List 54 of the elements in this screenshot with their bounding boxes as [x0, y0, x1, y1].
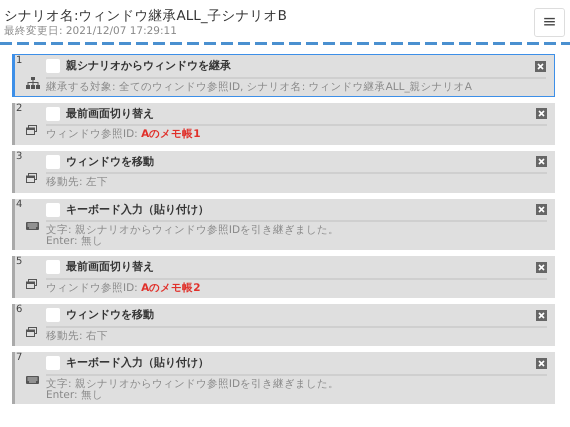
windows-icon: [26, 326, 37, 337]
step-title: ウィンドウを移動: [66, 154, 154, 170]
step-detail: Enter: 無し: [46, 236, 104, 247]
step-number: 1: [16, 55, 22, 67]
step-title: 親シナリオからウィンドウを継承: [66, 58, 231, 74]
step-checkbox[interactable]: [46, 59, 60, 74]
step-number: 2: [16, 102, 22, 114]
close-icon[interactable]: [536, 358, 547, 369]
step-number: 3: [16, 150, 22, 162]
close-icon[interactable]: [536, 204, 547, 216]
step-detail: Enter: 無し: [46, 390, 104, 400]
scenario-title: シナリオ名:ウィンドウ継承ALL_子シナリオB: [4, 8, 287, 25]
hierarchy-icon: [26, 76, 40, 89]
step-checkbox[interactable]: [46, 260, 60, 274]
step-detail: ウィンドウ参照ID: Aのメモ帳1: [46, 127, 202, 140]
step-card[interactable]: 5 最前画面切り替え ウィンドウ参照ID: Aのメモ帳2: [12, 256, 555, 298]
close-icon[interactable]: [536, 262, 547, 273]
step-detail: 移動先: 右下: [46, 328, 109, 342]
close-icon[interactable]: [535, 60, 546, 72]
keyboard-icon: [26, 222, 39, 230]
windows-icon: [26, 278, 37, 289]
step-card[interactable]: 7 キーボード入力（貼り付け） 文字: 親シナリオからウィンドウ参照IDを引き継ぎました。 Enter: 無し: [12, 352, 555, 404]
step-checkbox[interactable]: [46, 202, 60, 217]
step-card[interactable]: 1 親シナリオからウィンドウを継承 継承する対象: 全てのウィンドウ参照ID, シナリオ名: ウィンドウ継承ALL_親シナリオA: [12, 54, 555, 96]
last-modified-text: 最終変更日: 2021/12/07 17:29:11: [4, 25, 178, 38]
step-checkbox[interactable]: [46, 308, 60, 322]
step-detail: 移動先: 左下: [46, 175, 109, 188]
step-checkbox[interactable]: [46, 154, 60, 169]
keyboard-icon: [26, 376, 39, 384]
step-title: 最前画面切り替え: [66, 106, 154, 122]
menu-button[interactable]: ≡: [534, 8, 565, 37]
step-number: 5: [16, 256, 22, 268]
step-title: 最前画面切り替え: [66, 259, 154, 275]
close-icon[interactable]: [536, 156, 547, 168]
step-title: ウィンドウを移動: [66, 307, 154, 323]
step-number: 4: [16, 198, 22, 210]
step-detail: 継承する対象: 全てのウィンドウ参照ID, シナリオ名: ウィンドウ継承ALL_親シナリオA: [46, 80, 473, 92]
step-checkbox[interactable]: [46, 106, 60, 121]
step-number: 7: [16, 352, 22, 364]
windows-icon: [26, 125, 37, 136]
step-checkbox[interactable]: [46, 356, 60, 370]
step-card[interactable]: 4 キーボード入力（貼り付け） 文字: 親シナリオからウィンドウ参照IDを引き継ぎました。 Enter: 無し: [12, 198, 555, 250]
step-title: キーボード入力（貼り付け）: [66, 202, 209, 218]
step-title: キーボード入力（貼り付け）: [66, 355, 209, 371]
step-number: 6: [16, 304, 22, 316]
close-icon[interactable]: [536, 310, 547, 321]
step-detail: 文字: 親シナリオからウィンドウ参照IDを引き継ぎました。: [46, 376, 340, 390]
step-card[interactable]: 3 ウィンドウを移動 移動先: 左下: [12, 150, 555, 192]
windows-icon: [26, 173, 37, 184]
step-card[interactable]: 6 ウィンドウを移動 移動先: 右下: [12, 304, 555, 346]
step-card[interactable]: 2 最前画面切り替え ウィンドウ参照ID: Aのメモ帳1: [12, 102, 555, 144]
step-detail: ウィンドウ参照ID: Aのメモ帳2: [46, 280, 202, 294]
close-icon[interactable]: [536, 108, 547, 120]
step-detail: 文字: 親シナリオからウィンドウ参照IDを引き継ぎました。: [46, 223, 340, 236]
